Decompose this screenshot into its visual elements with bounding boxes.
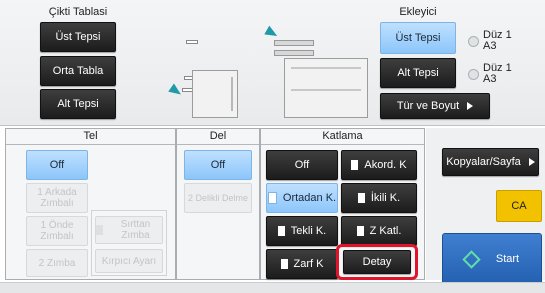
bottom-strip xyxy=(0,282,545,293)
copies-per-set-button[interactable]: Kopyalar/Sayfa xyxy=(442,148,539,176)
top-tray-button[interactable]: Üst Tepsi xyxy=(40,22,116,52)
staple-off-button[interactable]: Off xyxy=(26,150,88,180)
paper-indicator-icon xyxy=(468,35,479,47)
paper-indicator-icon xyxy=(468,68,479,80)
fold-detail-button[interactable]: Detay xyxy=(343,250,411,274)
z-fold-label: Z Katl. xyxy=(369,225,402,237)
punch-off-button[interactable]: Off xyxy=(184,150,252,180)
saddle-staple-button[interactable]: Sırttan Zımba xyxy=(95,216,163,244)
z-fold-button[interactable]: Z Katl. xyxy=(341,216,417,246)
output-tray-title: Çikti Tablasi xyxy=(48,6,108,18)
accordion-fold-button[interactable]: Akord. K xyxy=(341,150,417,180)
start-button[interactable]: Start xyxy=(442,233,542,285)
double-fold-button[interactable]: İkili K. xyxy=(341,183,417,213)
inserter-upper-tray-button[interactable]: Üst Tepsi xyxy=(380,22,456,54)
staple-two-button[interactable]: 2 Zımba xyxy=(26,249,88,277)
upper-paper-size: A3 xyxy=(483,40,497,52)
staple-panel-title: Tel xyxy=(6,129,175,145)
envelope-fold-button[interactable]: Zarf K xyxy=(266,249,338,279)
fold-off-button[interactable]: Off xyxy=(266,150,338,180)
trimmer-setting-button[interactable]: Kırpıcı Ayarı xyxy=(95,249,163,273)
envelope-fold-label: Zarf K xyxy=(293,258,324,270)
center-fold-button[interactable]: Ortadan K. xyxy=(266,183,338,213)
single-fold-icon xyxy=(277,226,285,236)
double-fold-icon xyxy=(357,193,365,203)
fold-panel-title: Katlama xyxy=(261,129,424,145)
arrow-right-icon xyxy=(467,102,474,110)
main-unit xyxy=(284,58,368,118)
bottom-tray-button[interactable]: Alt Tepsi xyxy=(40,89,116,119)
accordion-fold-label: Akord. K xyxy=(364,159,407,171)
inserter-title: Ekleyici xyxy=(399,6,437,18)
envelope-fold-icon xyxy=(280,259,288,269)
type-and-size-label: Tür ve Boyut xyxy=(396,100,460,112)
lower-paper-size: A3 xyxy=(483,73,497,85)
output-arrow-icon xyxy=(168,83,184,99)
machine-illustration xyxy=(164,24,380,120)
inserter-lower-tray-button[interactable]: Alt Tepsi xyxy=(380,58,456,88)
z-fold-icon xyxy=(356,226,364,236)
type-and-size-button[interactable]: Tür ve Boyut xyxy=(380,93,490,119)
center-fold-label: Ortadan K. xyxy=(282,192,337,204)
single-fold-label: Tekli K. xyxy=(290,225,327,237)
copies-per-set-label: Kopyalar/Sayfa xyxy=(446,156,521,168)
staple-one-back-button[interactable]: 1 Arkada Zımbalı xyxy=(26,183,88,213)
arrow-right-icon xyxy=(528,158,535,166)
inserter-tray-upper xyxy=(274,40,314,46)
start-icon xyxy=(462,249,481,269)
inserter-lower-paper-info: Düz 1 A3 xyxy=(468,63,512,85)
clear-all-button[interactable]: CA xyxy=(496,190,542,222)
start-label: Start xyxy=(495,253,520,265)
center-fold-icon xyxy=(267,192,277,204)
saddle-icon xyxy=(96,225,103,235)
saddle-staple-label: Sırttan Zımba xyxy=(120,219,151,241)
accordion-fold-icon xyxy=(351,160,359,170)
finisher-unit xyxy=(192,70,238,118)
punch-panel-title: Del xyxy=(177,129,259,145)
double-fold-label: İkili K. xyxy=(370,192,401,204)
punch-two-hole-button[interactable]: 2 Delikli Delme xyxy=(184,183,252,213)
middle-tray-button[interactable]: Orta Tabla xyxy=(40,56,116,86)
output-paper-top xyxy=(186,40,198,44)
inserter-upper-paper-info: Düz 1 A3 xyxy=(468,30,512,52)
inserter-tray-lower xyxy=(274,50,314,56)
single-fold-button[interactable]: Tekli K. xyxy=(266,216,338,246)
inserter-arrow-icon xyxy=(264,25,280,41)
staple-one-front-button[interactable]: 1 Önde Zımbalı xyxy=(26,216,88,246)
